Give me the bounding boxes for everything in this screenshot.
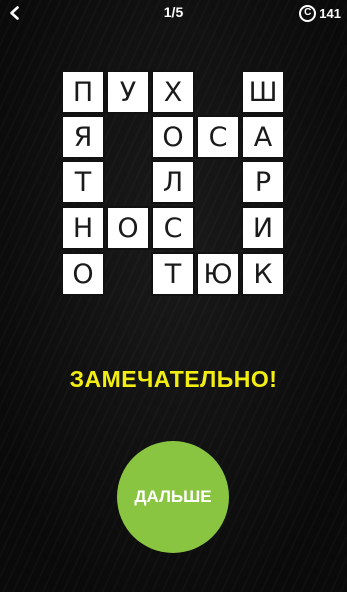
grid-cell[interactable]: С [151, 206, 195, 250]
success-message: ЗАМЕЧАТЕЛЬНО! [69, 366, 278, 392]
grid-cell[interactable]: П [61, 70, 105, 114]
grid-cell[interactable]: К [241, 252, 285, 296]
grid-cell[interactable]: У [106, 70, 150, 114]
next-button[interactable]: ДАЛЬШЕ [117, 441, 229, 553]
grid-cell[interactable]: Ш [241, 70, 285, 114]
grid-cell[interactable]: Ю [196, 252, 240, 296]
grid-cell[interactable]: Х [151, 70, 195, 114]
level-indicator: 1/5 [163, 4, 184, 20]
grid-cell[interactable]: О [61, 252, 105, 296]
grid-cell[interactable]: Н [61, 206, 105, 250]
coin-count: 141 [319, 5, 341, 21]
coin-icon: C [299, 4, 317, 22]
grid-cell[interactable]: Л [151, 160, 195, 204]
grid-cell[interactable]: Т [61, 160, 105, 204]
grid-cell[interactable]: О [106, 206, 150, 250]
grid-cell[interactable]: Я [61, 115, 105, 159]
top-bar: 1/5 C 141 [0, 0, 347, 26]
grid-cell[interactable]: Т [151, 252, 195, 296]
coin-counter: C 141 [299, 3, 341, 23]
grid-cell[interactable]: Р [241, 160, 285, 204]
grid-cell[interactable]: И [241, 206, 285, 250]
grid-cell[interactable]: О [151, 115, 195, 159]
grid-cell[interactable]: С [196, 115, 240, 159]
grid-cell[interactable]: А [241, 115, 285, 159]
